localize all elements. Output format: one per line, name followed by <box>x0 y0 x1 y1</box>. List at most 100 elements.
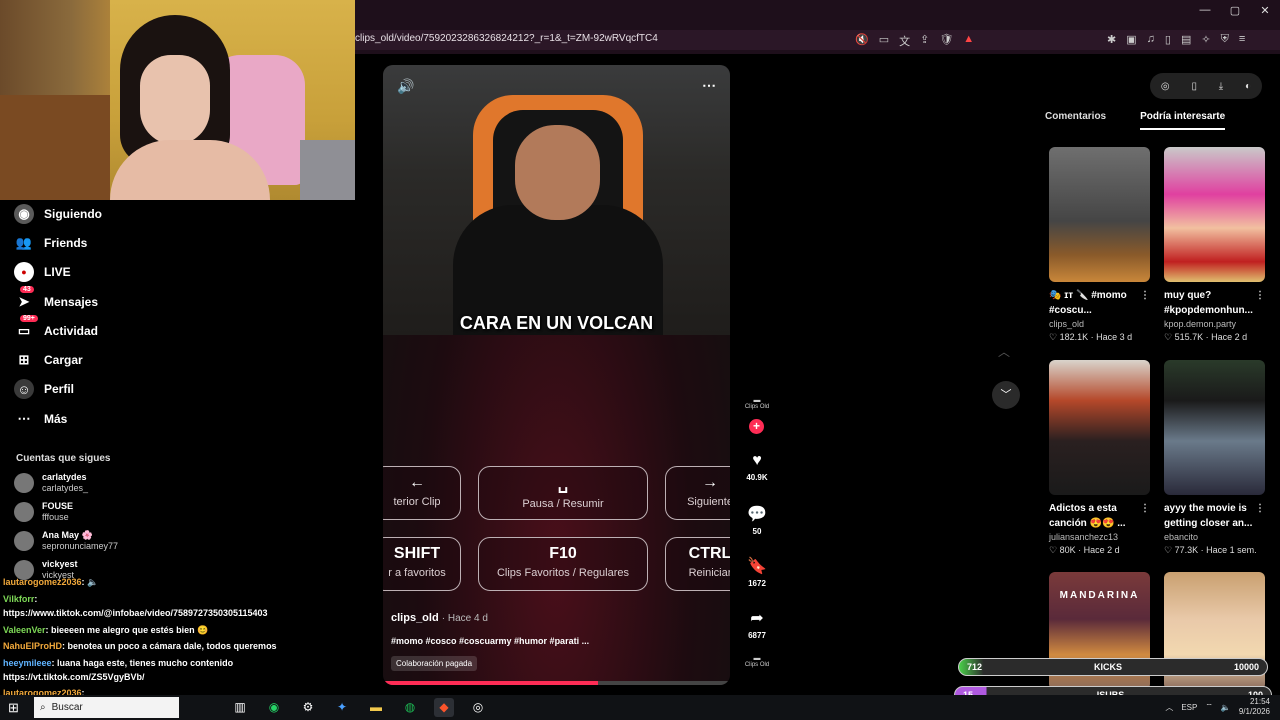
music-disc-icon: ▬ <box>753 655 761 662</box>
minimize-button[interactable]: — <box>1190 4 1220 17</box>
tab-comments[interactable]: Comentarios <box>1045 111 1106 130</box>
rewards-icon[interactable]: ▲ <box>963 33 974 49</box>
volume-tray-icon[interactable]: 🔈 <box>1221 703 1231 712</box>
following-account[interactable]: FOUSE fffouse <box>14 501 73 523</box>
video-author[interactable]: clips_old · Hace 4 d <box>391 612 488 624</box>
video-description[interactable]: #momo #cosco #coscuarmy #humor #parati .… <box>391 636 589 646</box>
card-more-icon[interactable]: ⋮ <box>1140 288 1150 303</box>
windows-start-icon[interactable]: ⊞ <box>8 700 19 716</box>
sidebar-item-following[interactable]: ◉ Siguiendo <box>14 204 102 224</box>
taskbar-clock[interactable]: 21:54 9/1/2026 <box>1239 697 1270 717</box>
compass-icon[interactable]: ◎ <box>1161 81 1170 92</box>
screenshot-icon[interactable]: ▣ <box>1126 33 1136 46</box>
wifi-icon[interactable]: ⌔ <box>1205 702 1213 712</box>
cast-icon[interactable]: ▭ <box>879 33 889 49</box>
share-button[interactable]: ➦ 6877 <box>740 608 774 640</box>
mute-tab-icon[interactable]: 🔇 <box>855 33 869 49</box>
taskbar-search[interactable]: ⌕ Buscar <box>34 697 179 718</box>
key-pause-resume[interactable]: ␣ Pausa / Resumir <box>478 466 648 520</box>
music-disc[interactable]: ▬ Clips Old <box>741 655 773 668</box>
menu-icon[interactable]: ≡ <box>1239 33 1245 46</box>
brave-browser-icon[interactable]: ◆ <box>434 698 454 717</box>
sidebar-toggle-icon[interactable]: ▯ <box>1165 33 1171 46</box>
share-icon[interactable]: ⇪ <box>920 33 929 49</box>
close-button[interactable]: ✕ <box>1250 4 1280 17</box>
card-author[interactable]: juliansanchezc13 <box>1049 532 1150 542</box>
extensions-icon[interactable]: ✱ <box>1107 33 1116 46</box>
heart-outline-icon: ♡ <box>1049 545 1058 555</box>
card-more-icon[interactable]: ⋮ <box>1140 501 1150 516</box>
sidebar-item-profile[interactable]: ☺ Perfil <box>14 379 74 399</box>
language-indicator[interactable]: ESP <box>1181 703 1197 712</box>
suggested-video-card[interactable]: ayyy the movie is getting closer an... ⋮ … <box>1164 360 1265 556</box>
mobile-icon[interactable]: ▯ <box>1191 81 1197 92</box>
author-name[interactable]: clips_old <box>391 612 439 624</box>
spotify-icon[interactable]: ◍ <box>400 698 420 717</box>
maximize-button[interactable]: ▢ <box>1220 4 1250 17</box>
brave-shields-icon[interactable]: 🛡 <box>939 33 953 49</box>
whatsapp-icon[interactable]: ◉ <box>264 698 284 717</box>
suggested-video-card[interactable]: Adictos a esta canción 😍😍 ... ⋮ juliansan… <box>1049 360 1150 556</box>
following-account[interactable]: Ana May 🌸 sepronunciamey77 <box>14 530 118 552</box>
video-player[interactable]: CARA EN UN VOLCAN 🔊 ⋯ ← terior Clip ␣ Pa… <box>383 65 730 685</box>
key-glyph: → <box>702 474 718 491</box>
follow-button[interactable]: + <box>749 419 764 434</box>
kicks-goal: 10000 <box>1233 662 1259 672</box>
following-accounts-heading: Cuentas que sigues <box>16 453 111 464</box>
volume-icon[interactable]: 🔊 <box>397 78 414 95</box>
file-explorer-icon[interactable]: ▬ <box>366 698 386 717</box>
previous-video-button[interactable]: ︿ <box>998 343 1010 360</box>
creator-avatar[interactable]: ▬ Clips Old <box>741 397 773 410</box>
key-next-clip[interactable]: → Siguiente <box>665 466 730 520</box>
tab-you-may-like[interactable]: Podría interesarte <box>1140 111 1226 130</box>
sidebar-item-live[interactable]: ● LIVE <box>14 262 71 282</box>
sidebar-item-more[interactable]: ⋯ Más <box>14 409 68 429</box>
download-icon[interactable]: ⤓ <box>1219 81 1223 92</box>
video-thumbnail[interactable] <box>1049 360 1150 495</box>
video-thumbnail[interactable] <box>1164 360 1265 495</box>
suggested-video-card[interactable]: muy que? #kpopdemonhun... ⋮ kpop.demon.pa… <box>1164 147 1265 343</box>
music-icon[interactable]: ♫ <box>1147 33 1155 46</box>
chat-user: ValeenVer <box>3 625 46 635</box>
following-account[interactable]: carlatydes carlatydes_ <box>14 472 88 494</box>
video-thumbnail[interactable] <box>1164 147 1265 282</box>
key-favorite-clips[interactable]: F10 Clips Favoritos / Regulares <box>478 537 648 591</box>
tray-chevron-icon[interactable]: ︿ <box>1165 702 1173 713</box>
wallet-icon[interactable]: ▤ <box>1181 33 1191 46</box>
like-button[interactable]: ♥ 40.9K <box>740 452 774 482</box>
chevron-up-icon: ︿ <box>998 345 1011 359</box>
sidebar-item-activity[interactable]: ▭ 99+ Actividad <box>14 315 98 341</box>
steam-icon[interactable]: ⚙ <box>298 698 318 717</box>
video-progress-bar[interactable] <box>383 681 730 685</box>
card-author[interactable]: ebancito <box>1164 532 1265 542</box>
copilot-icon[interactable]: ✦ <box>332 698 352 717</box>
card-author[interactable]: clips_old <box>1049 319 1150 329</box>
card-author[interactable]: kpop.demon.party <box>1164 319 1265 329</box>
sidebar-item-upload[interactable]: ⊞ Cargar <box>14 350 83 370</box>
kicks-count: 712 <box>967 662 983 672</box>
key-label: Reiniciar <box>688 567 730 579</box>
vpn-icon[interactable]: ⛨ <box>1221 33 1229 46</box>
key-previous-clip[interactable]: ← terior Clip <box>383 466 461 520</box>
translate-icon[interactable]: 文 <box>899 33 910 49</box>
leo-ai-icon[interactable]: ✧ <box>1201 33 1210 46</box>
next-video-button[interactable]: ﹀ <box>992 381 1020 409</box>
sidebar-item-messages[interactable]: ➤ 43 Mensajes <box>14 286 99 312</box>
card-more-icon[interactable]: ⋮ <box>1255 501 1265 516</box>
bookmark-icon: 🔖 <box>747 558 767 575</box>
card-more-icon[interactable]: ⋮ <box>1255 288 1265 303</box>
task-view-icon[interactable]: ▥ <box>230 698 250 717</box>
suggested-video-card[interactable]: 🎭 ɪᴛ 🔪 #momo #coscu... ⋮ clips_old ♡ 182.… <box>1049 147 1150 343</box>
sidebar-item-label: Mensajes <box>44 295 99 309</box>
address-bar-icons: 🔇 ▭ 文 ⇪ 🛡 ▲ <box>855 33 974 49</box>
save-button[interactable]: 🔖 1672 <box>740 556 774 588</box>
user-avatar-icon[interactable]: ◐ <box>1245 81 1251 92</box>
key-restart[interactable]: CTRL Reiniciar <box>665 537 730 591</box>
video-thumbnail[interactable] <box>1049 147 1150 282</box>
key-add-favorite[interactable]: SHIFT r a favoritos <box>383 537 461 591</box>
obs-icon[interactable]: ◎ <box>468 698 488 717</box>
more-options-icon[interactable]: ⋯ <box>702 77 716 94</box>
sidebar-item-friends[interactable]: 👥 Friends <box>14 233 87 253</box>
comment-button[interactable]: 💬 50 <box>740 504 774 536</box>
chat-message: NahuElProHD: benotea un poco a cámara da… <box>3 641 277 651</box>
